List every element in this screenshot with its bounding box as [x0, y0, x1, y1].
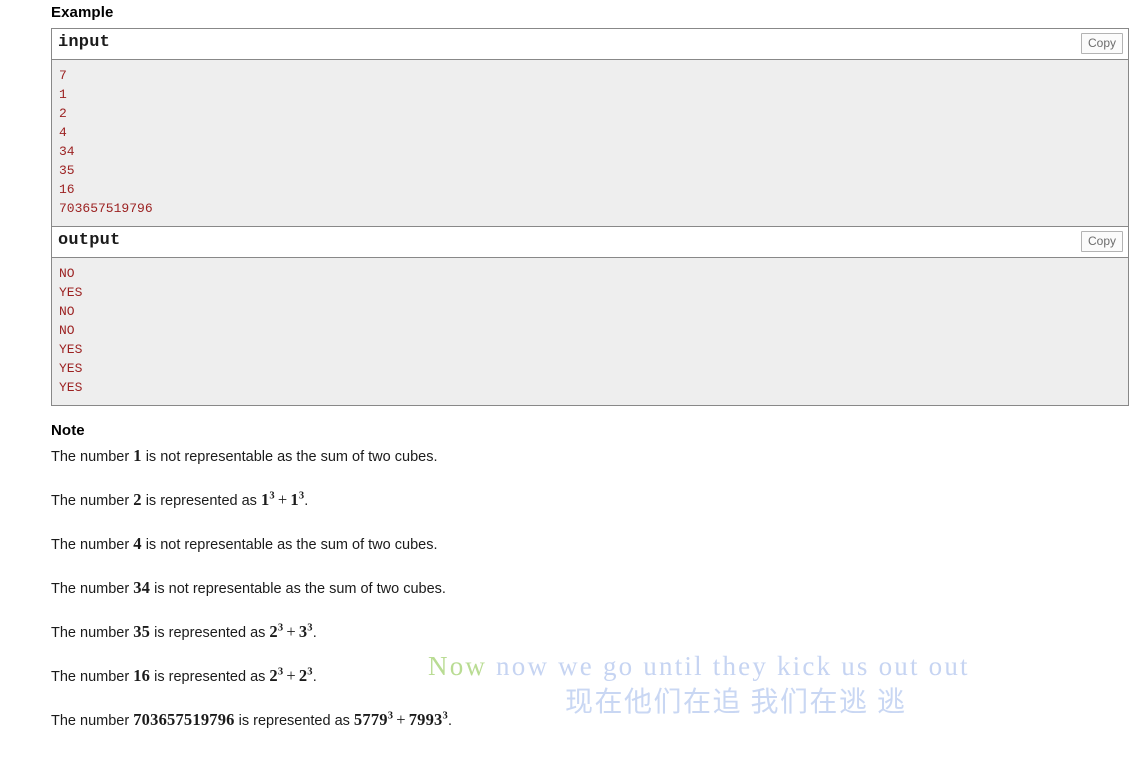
- input-line: 1: [59, 87, 67, 102]
- note-text-prefix: The number: [51, 449, 134, 465]
- note-text-prefix: The number: [51, 669, 134, 685]
- note-number: 2: [133, 490, 142, 509]
- problem-statement-page: Example input Copy 7 1 2 4 34 35 16 70365751979…: [51, 0, 1129, 731]
- expr-base: 2: [269, 666, 278, 685]
- note-number: 34: [133, 578, 151, 597]
- output-line: YES: [59, 285, 83, 300]
- input-title-bar: input Copy: [52, 29, 1128, 60]
- note-number: 16: [133, 666, 151, 685]
- note-text-middle: is not representable as the sum of two c…: [141, 537, 438, 553]
- expr-base: 1: [290, 490, 299, 509]
- sample-test-input: input Copy 7 1 2 4 34 35 16 703657519796: [51, 28, 1129, 226]
- input-line: 35: [59, 163, 75, 178]
- copy-output-button[interactable]: Copy: [1080, 231, 1123, 252]
- input-line: 2: [59, 106, 67, 121]
- note-text-prefix: The number: [51, 493, 134, 509]
- output-line: YES: [59, 380, 83, 395]
- input-line: 703657519796: [59, 201, 153, 216]
- note-text-middle: is not representable as the sum of two c…: [150, 581, 446, 597]
- note-text-middle: is represented as: [234, 713, 354, 729]
- note-expression: 13 +13: [261, 490, 304, 509]
- expr-operator: +: [286, 622, 296, 641]
- expr-operator: +: [277, 490, 288, 509]
- copy-input-button[interactable]: Copy: [1080, 33, 1123, 54]
- note-number: 35: [133, 622, 151, 641]
- note-line: The number 35 is represented as 23 +33.: [51, 622, 1129, 666]
- expr-base: 2: [269, 622, 278, 641]
- sample-tests: input Copy 7 1 2 4 34 35 16 703657519796 output…: [51, 28, 1129, 406]
- output-line: YES: [59, 342, 83, 357]
- note-text-middle: is represented as: [150, 625, 270, 641]
- note-text-middle: is not representable as the sum of two c…: [141, 449, 438, 465]
- output-line: YES: [59, 361, 83, 376]
- page-title-note: Note: [51, 422, 85, 439]
- note-line: The number 16 is represented as 23 +23.: [51, 666, 1129, 710]
- note-text-prefix: The number: [51, 581, 134, 597]
- note-number: 703657519796: [133, 710, 235, 729]
- note-text-prefix: The number: [51, 625, 134, 641]
- note-line: The number 1 is not representable as the…: [51, 446, 1129, 490]
- input-data: 7 1 2 4 34 35 16 703657519796: [52, 60, 1128, 226]
- note-text-middle: is represented as: [150, 669, 270, 685]
- note-text-prefix: The number: [51, 713, 134, 729]
- note-text-middle: is represented as: [141, 493, 261, 509]
- output-line: NO: [59, 323, 75, 338]
- note-text-suffix: .: [304, 493, 309, 509]
- output-label: output: [58, 231, 121, 250]
- note-text-suffix: .: [312, 669, 317, 685]
- note-line: The number 4 is not representable as the…: [51, 534, 1129, 578]
- input-line: 16: [59, 182, 75, 197]
- note-number: 1: [133, 446, 142, 465]
- input-line: 4: [59, 125, 67, 140]
- expr-base: 7993: [408, 710, 443, 729]
- sample-test-output: output Copy NO YES NO NO YES YES YES: [51, 226, 1129, 406]
- note-expression: 23 +33: [269, 622, 312, 641]
- expr-operator: +: [286, 666, 296, 685]
- note-section: Note The number 1 is not representable a…: [51, 406, 1129, 731]
- page-title-example: Example: [51, 4, 114, 21]
- output-line: NO: [59, 266, 75, 281]
- input-line: 34: [59, 144, 75, 159]
- expr-operator: +: [396, 710, 406, 729]
- output-line: NO: [59, 304, 75, 319]
- expr-base: 5779: [353, 710, 388, 729]
- output-title-bar: output Copy: [52, 227, 1128, 258]
- note-expression: 23 +23: [269, 666, 312, 685]
- input-line: 7: [59, 68, 67, 83]
- note-line: The number 703657519796 is represented a…: [51, 710, 1129, 731]
- note-text-suffix: .: [447, 713, 452, 729]
- note-line: The number 34 is not representable as th…: [51, 578, 1129, 622]
- note-text-suffix: .: [312, 625, 317, 641]
- input-label: input: [58, 33, 111, 52]
- note-expression: 57793 +79933: [354, 710, 448, 729]
- note-text-prefix: The number: [51, 537, 134, 553]
- note-line: The number 2 is represented as 13 +13.: [51, 490, 1129, 534]
- note-number: 4: [133, 534, 142, 553]
- output-data: NO YES NO NO YES YES YES: [52, 258, 1128, 405]
